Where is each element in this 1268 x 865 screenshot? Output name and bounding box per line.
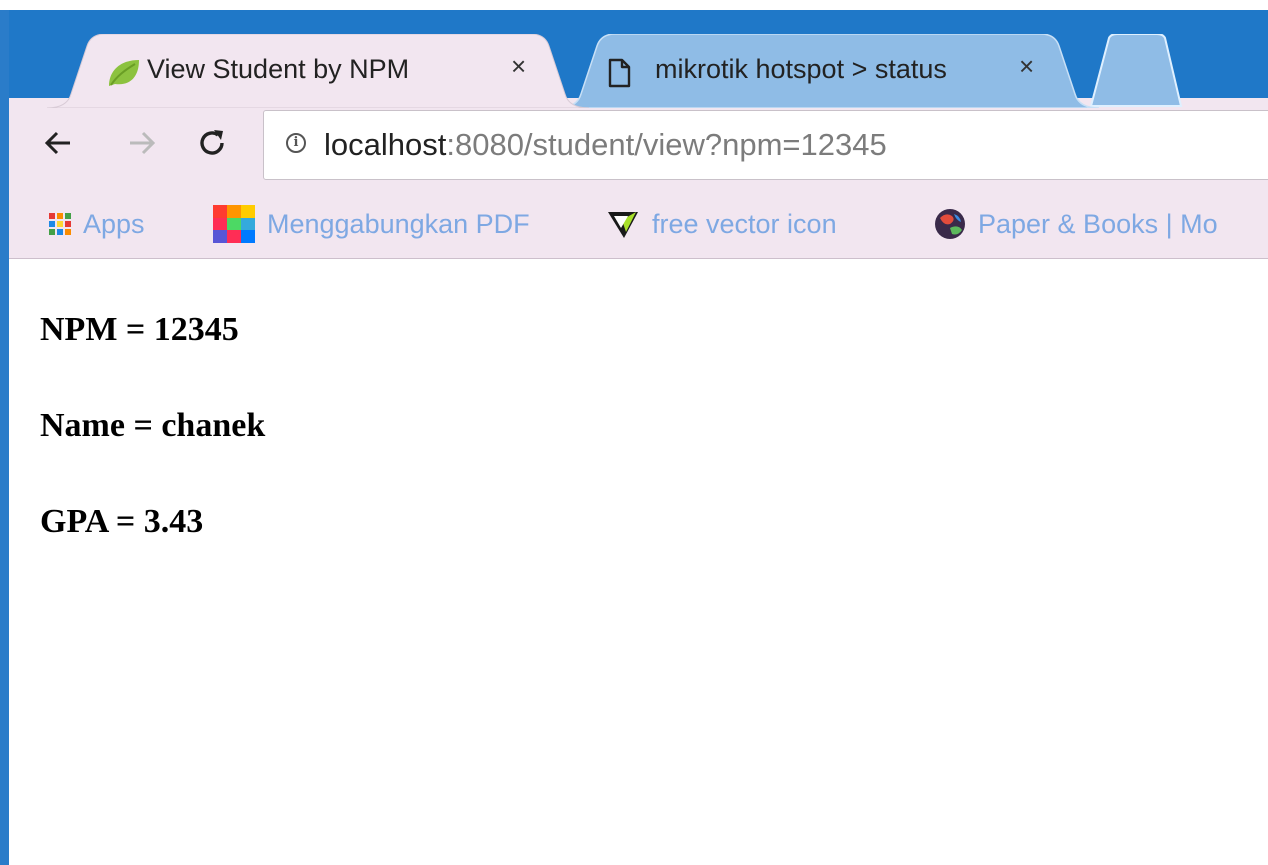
page-content: NPM = 12345 Name = chanek GPA = 3.43: [9, 259, 1268, 865]
colorful-squares-icon: [213, 205, 255, 243]
bookmark-label: Paper & Books | Mo: [978, 208, 1218, 239]
url-path: :8080/student/view?npm=12345: [446, 127, 887, 162]
bookmark-free-vector-icon[interactable]: free vector icon: [606, 204, 837, 244]
page-icon: [607, 58, 637, 88]
desktop-strip: [0, 0, 1268, 10]
forward-button[interactable]: [119, 120, 165, 166]
paper-globe-icon: [935, 209, 965, 239]
bookmark-label: free vector icon: [652, 208, 837, 239]
apps-grid-icon: [49, 213, 71, 235]
back-arrow-icon: [44, 131, 70, 155]
window-left-border: [0, 10, 9, 865]
leaf-icon: [107, 58, 139, 88]
back-button[interactable]: [35, 120, 81, 166]
npm-heading: NPM = 12345: [40, 311, 239, 348]
bookmarks-bar: Apps Menggabungkan PDF free vector icon …: [9, 192, 1268, 259]
bookmark-label: Menggabungkan PDF: [267, 208, 530, 239]
bookmark-label: Apps: [83, 208, 145, 239]
bookmark-apps[interactable]: Apps: [49, 204, 145, 244]
tab-strip: mikrotik hotspot > status × View Student…: [9, 10, 1268, 108]
address-bar[interactable]: i localhost:8080/student/view?npm=12345: [263, 110, 1268, 180]
info-icon[interactable]: i: [286, 133, 306, 153]
url-text[interactable]: localhost:8080/student/view?npm=12345: [324, 127, 887, 163]
tab-mikrotik-hotspot[interactable]: mikrotik hotspot > status ×: [557, 34, 1117, 108]
url-host: localhost: [324, 127, 447, 162]
bookmark-menggabungkan-pdf[interactable]: Menggabungkan PDF: [213, 204, 530, 244]
forward-arrow-icon: [130, 131, 156, 155]
tab-title: mikrotik hotspot > status: [655, 54, 947, 84]
reload-icon: [200, 130, 224, 155]
reload-button[interactable]: [189, 120, 235, 166]
bookmark-paper-books[interactable]: Paper & Books | Mo: [934, 204, 1218, 244]
tab-close-button[interactable]: ×: [511, 51, 526, 82]
vector-v-icon: [608, 212, 638, 238]
name-heading: Name = chanek: [40, 407, 266, 444]
gpa-heading: GPA = 3.43: [40, 503, 204, 540]
browser-toolbar: i localhost:8080/student/view?npm=12345: [9, 98, 1268, 192]
tab-view-student[interactable]: View Student by NPM ×: [47, 34, 603, 108]
tab-close-button[interactable]: ×: [1019, 51, 1034, 82]
tab-title: View Student by NPM: [147, 54, 410, 84]
